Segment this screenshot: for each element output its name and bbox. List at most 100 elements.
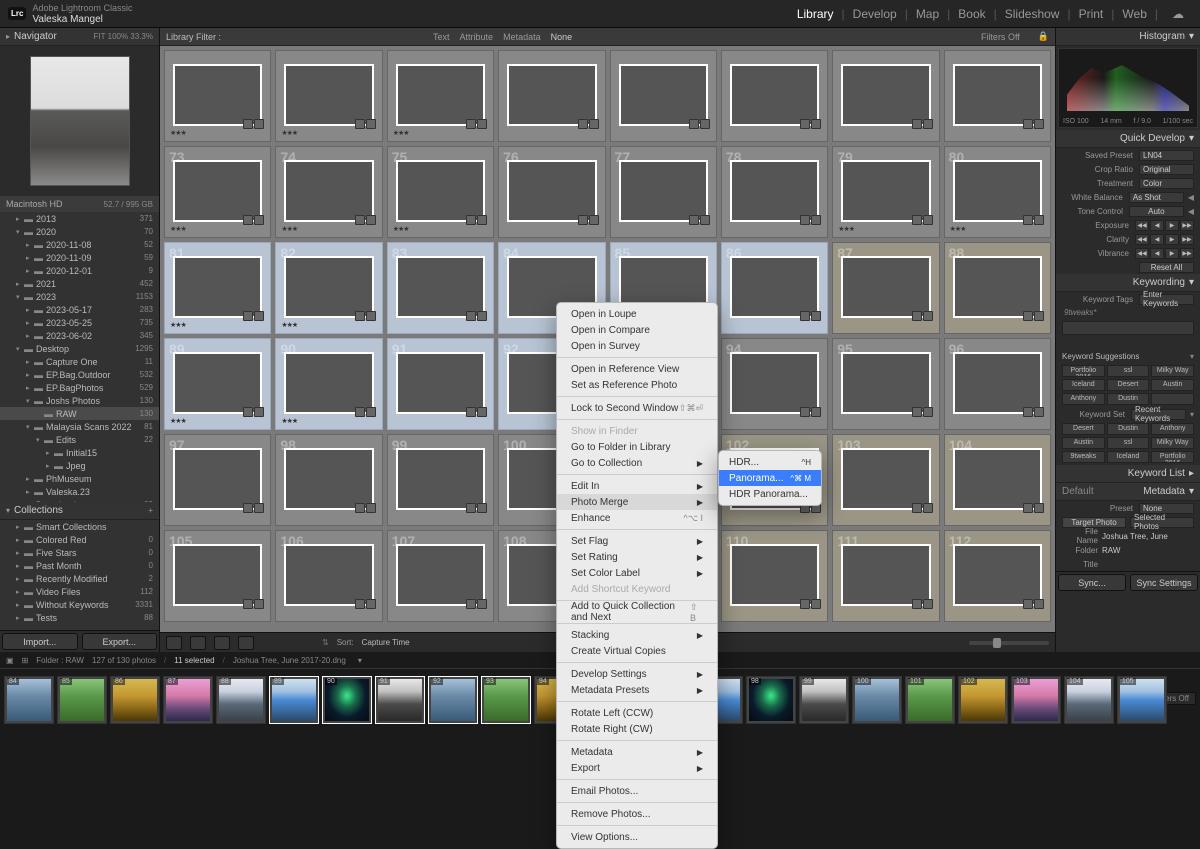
badge-icon[interactable] [366,599,376,609]
grid-cell[interactable]: 89★★★ [164,338,271,430]
sort-value[interactable]: Capture Time [362,638,410,647]
badge-icon[interactable] [477,407,487,417]
grid-cell[interactable]: 81★★★ [164,242,271,334]
menu-item[interactable]: Open in Compare [557,322,717,338]
badge-icon[interactable] [811,407,821,417]
menu-item[interactable]: Enhance^⌥ I [557,510,717,526]
menu-item[interactable]: Lock to Second Window⇧⌘⏎ [557,400,717,416]
tree-row[interactable]: ▸▬2023-06-02345 [0,329,159,342]
badge-icon[interactable] [243,599,253,609]
badge-icon[interactable] [923,599,933,609]
badge-icon[interactable] [800,215,810,225]
badge-icon[interactable] [466,119,476,129]
badge-icon[interactable] [243,407,253,417]
module-print[interactable]: Print [1071,7,1112,21]
menu-item[interactable]: Open in Survey [557,338,717,354]
badge-icon[interactable] [254,119,264,129]
badge-icon[interactable] [923,119,933,129]
badge-icon[interactable] [1023,311,1033,321]
grid-cell[interactable]: 104 [944,434,1051,526]
filter-lock-icon[interactable]: 🔒 [1038,31,1049,42]
filmstrip-thumb[interactable]: 98 [746,676,796,724]
keyword-chip[interactable]: Dustin [1107,393,1150,405]
grid-cell[interactable]: 74★★★ [275,146,382,238]
grid-cell[interactable]: 112 [944,530,1051,622]
survey-view-button[interactable] [238,636,254,650]
menu-item[interactable]: Stacking▶ [557,627,717,643]
menu-item[interactable]: Remove Photos... [557,806,717,822]
grid-cell[interactable]: 98 [275,434,382,526]
badge-icon[interactable] [1023,503,1033,513]
menu-item[interactable]: Go to Folder in Library [557,439,717,455]
grid-cell[interactable]: 76 [498,146,605,238]
grid-cell[interactable] [610,50,717,142]
badge-icon[interactable] [811,599,821,609]
histogram-header[interactable]: Histogram▾ [1056,28,1200,46]
badge-icon[interactable] [1034,407,1044,417]
tree-row[interactable]: ▾▬Edits22 [0,433,159,446]
navigator-preview[interactable] [0,46,159,196]
qd-exp-btn[interactable]: ◀ [1150,220,1164,231]
tree-row[interactable]: ▸▬Capture One11 [0,355,159,368]
badge-icon[interactable] [477,311,487,321]
badge-icon[interactable] [578,215,588,225]
filmstrip-thumb[interactable]: 85 [57,676,107,724]
tree-row[interactable]: ▾▬Joshs Photos130 [0,394,159,407]
menu-item[interactable]: Set Rating▶ [557,549,717,565]
grid-cell[interactable]: 105 [164,530,271,622]
menu-item[interactable]: Export▶ [557,760,717,776]
qd-treat-value[interactable]: Color [1139,178,1194,189]
grid-cell[interactable]: 86 [721,242,828,334]
qd-vib-btn[interactable]: ▶ [1165,248,1179,259]
tree-row[interactable]: ▸▬2020-11-0959 [0,251,159,264]
tree-row[interactable]: ▸▬Colored Red0 [0,533,159,546]
tree-row[interactable]: ▸▬2020-11-0852 [0,238,159,251]
module-web[interactable]: Web [1114,7,1154,21]
filmstrip-thumb[interactable]: 103 [1011,676,1061,724]
badge-icon[interactable] [923,311,933,321]
badge-icon[interactable] [811,215,821,225]
badge-icon[interactable] [243,215,253,225]
grid-cell[interactable]: 111 [832,530,939,622]
metadata-header[interactable]: DefaultMetadata▾ [1056,483,1200,501]
badge-icon[interactable] [466,407,476,417]
grid-cell[interactable]: ★★★ [387,50,494,142]
qd-crop-value[interactable]: Original [1139,164,1194,175]
badge-icon[interactable] [366,311,376,321]
filmstrip-thumb[interactable]: 91 [375,676,425,724]
grid-cell[interactable]: 87 [832,242,939,334]
module-develop[interactable]: Develop [845,7,905,21]
badge-icon[interactable] [1034,215,1044,225]
meta-selected[interactable]: Selected Photos [1130,517,1194,528]
grid-cell[interactable]: 94 [721,338,828,430]
filmstrip-thumb[interactable]: 87 [163,676,213,724]
tree-row[interactable]: ▸▬2013371 [0,212,159,225]
submenu-item[interactable]: HDR...^H [719,454,821,470]
grid-view-button[interactable] [166,636,182,650]
tree-row[interactable]: ▸▬PhMuseum [0,472,159,485]
keyword-chip[interactable]: Austin [1151,379,1194,391]
badge-icon[interactable] [800,407,810,417]
badge-icon[interactable] [366,119,376,129]
tree-row[interactable]: ▸▬2021452 [0,277,159,290]
tree-row[interactable]: ▸▬Past Month0 [0,559,159,572]
badge-icon[interactable] [800,599,810,609]
menu-item[interactable]: Email Photos... [557,783,717,799]
filmstrip-thumb[interactable]: 102 [958,676,1008,724]
filmstrip-thumb[interactable]: 88 [216,676,266,724]
loupe-view-button[interactable] [190,636,206,650]
tree-row[interactable]: ▸▬2020-12-019 [0,264,159,277]
module-library[interactable]: Library [789,7,842,21]
kw-set-value[interactable]: Recent Keywords [1131,409,1186,420]
badge-icon[interactable] [1034,599,1044,609]
badge-icon[interactable] [243,311,253,321]
keyword-chip[interactable]: Anthony [1062,393,1105,405]
badge-icon[interactable] [1034,311,1044,321]
tree-row[interactable]: ▾▬20231153 [0,290,159,303]
filter-tab-metadata[interactable]: Metadata [503,32,541,42]
badge-icon[interactable] [466,599,476,609]
badge-icon[interactable] [355,215,365,225]
qd-cla-btn[interactable]: ◀◀ [1135,234,1149,245]
path-folder[interactable]: Folder : RAW [36,656,84,665]
grid-cell[interactable]: 107 [387,530,494,622]
